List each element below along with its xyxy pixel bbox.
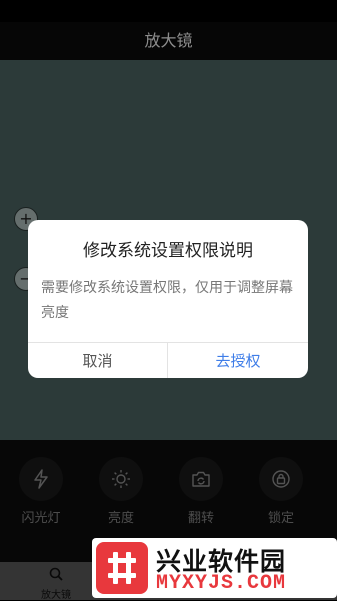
watermark: 兴业软件园 MYXYJS.COM	[92, 538, 337, 598]
watermark-logo-icon	[96, 542, 148, 594]
watermark-domain: MYXYJS.COM	[156, 572, 287, 595]
dialog-buttons: 取消 去授权	[28, 342, 308, 378]
cancel-button[interactable]: 取消	[28, 343, 168, 378]
authorize-button[interactable]: 去授权	[168, 343, 308, 378]
permission-dialog: 修改系统设置权限说明 需要修改系统设置权限，仅用于调整屏幕亮度 取消 去授权	[28, 220, 308, 378]
dialog-title: 修改系统设置权限说明	[83, 241, 253, 261]
dialog-message: 需要修改系统设置权限，仅用于调整屏幕亮度	[41, 280, 293, 321]
